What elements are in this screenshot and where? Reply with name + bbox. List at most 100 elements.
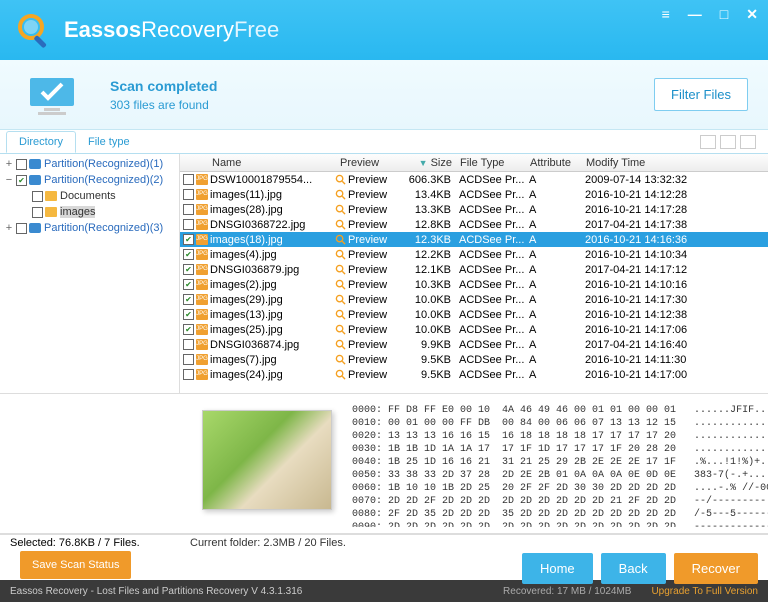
scan-complete-icon [20, 70, 90, 120]
file-icon: JPG [196, 174, 208, 185]
minimize-icon[interactable]: — [688, 6, 702, 23]
preview-link[interactable]: Preview [335, 204, 403, 216]
file-row[interactable]: ✔JPGimages(4).jpgPreview12.2KBACDSee Pr.… [180, 247, 768, 262]
preview-link[interactable]: Preview [335, 249, 403, 261]
recover-button[interactable]: Recover [674, 553, 758, 584]
file-row[interactable]: ✔JPGimages(2).jpgPreview10.3KBACDSee Pr.… [180, 277, 768, 292]
row-checkbox[interactable]: ✔ [183, 324, 194, 335]
preview-link[interactable]: Preview [335, 339, 403, 351]
file-row[interactable]: ✔JPGimages(13).jpgPreview10.0KBACDSee Pr… [180, 307, 768, 322]
expand-icon[interactable] [20, 190, 30, 202]
row-checkbox[interactable] [183, 174, 194, 185]
expand-icon[interactable] [20, 206, 30, 218]
file-row[interactable]: ✔JPGimages(29).jpgPreview10.0KBACDSee Pr… [180, 292, 768, 307]
file-name: images(25).jpg [210, 324, 335, 336]
file-icon: JPG [196, 234, 208, 245]
preview-link[interactable]: Preview [335, 279, 403, 291]
preview-link[interactable]: Preview [335, 189, 403, 201]
checkbox[interactable] [32, 207, 43, 218]
col-name[interactable]: Name [208, 157, 336, 169]
file-row[interactable]: JPGimages(11).jpgPreview13.4KBACDSee Pr.… [180, 187, 768, 202]
preview-link[interactable]: Preview [335, 309, 403, 321]
file-name: DSW10001879554... [210, 174, 335, 186]
save-scan-button[interactable]: Save Scan Status [20, 551, 131, 579]
file-attr: A [525, 264, 581, 276]
view-list-icon[interactable] [720, 135, 736, 149]
file-row[interactable]: JPGDNSGI0368722.jpgPreview12.8KBACDSee P… [180, 217, 768, 232]
preview-link[interactable]: Preview [335, 219, 403, 231]
tree-label: images [60, 206, 95, 218]
row-checkbox[interactable] [183, 189, 194, 200]
preview-link[interactable]: Preview [335, 369, 403, 381]
file-icon: JPG [196, 324, 208, 335]
file-row[interactable]: JPGimages(28).jpgPreview13.3KBACDSee Pr.… [180, 202, 768, 217]
file-type: ACDSee Pr... [455, 294, 525, 306]
upgrade-link[interactable]: Upgrade To Full Version [651, 586, 758, 597]
view-details-icon[interactable] [740, 135, 756, 149]
file-row[interactable]: JPGimages(24).jpgPreview9.5KBACDSee Pr..… [180, 367, 768, 382]
expand-icon[interactable]: − [4, 174, 14, 186]
close-icon[interactable]: ✕ [746, 6, 758, 23]
row-checkbox[interactable]: ✔ [183, 294, 194, 305]
expand-icon[interactable]: + [4, 222, 14, 234]
col-modify[interactable]: Modify Time [582, 157, 768, 169]
file-size: 10.0KB [403, 294, 455, 306]
tab-directory[interactable]: Directory [6, 131, 76, 153]
row-checkbox[interactable] [183, 369, 194, 380]
maximize-icon[interactable]: □ [720, 6, 728, 23]
file-type: ACDSee Pr... [455, 339, 525, 351]
row-checkbox[interactable]: ✔ [183, 264, 194, 275]
row-checkbox[interactable] [183, 219, 194, 230]
checkbox[interactable]: ✔ [16, 175, 27, 186]
file-row[interactable]: JPGimages(7).jpgPreview9.5KBACDSee Pr...… [180, 352, 768, 367]
file-row[interactable]: JPGDNSGI036874.jpgPreview9.9KBACDSee Pr.… [180, 337, 768, 352]
preview-link[interactable]: Preview [335, 174, 403, 186]
preview-link[interactable]: Preview [335, 264, 403, 276]
preview-link[interactable]: Preview [335, 234, 403, 246]
file-row[interactable]: ✔JPGimages(25).jpgPreview10.0KBACDSee Pr… [180, 322, 768, 337]
col-filetype[interactable]: File Type [456, 157, 526, 169]
row-checkbox[interactable]: ✔ [183, 279, 194, 290]
preview-area: 0000: FF D8 FF E0 00 10 4A 46 49 46 00 0… [0, 394, 768, 534]
col-preview[interactable]: Preview [336, 157, 404, 169]
checkbox[interactable] [16, 159, 27, 170]
expand-icon[interactable]: + [4, 158, 14, 170]
directory-tree: +Partition(Recognized)(1)−✔Partition(Rec… [0, 154, 180, 393]
tab-filetype[interactable]: File type [76, 132, 142, 152]
row-checkbox[interactable]: ✔ [183, 249, 194, 260]
checkbox[interactable] [16, 223, 27, 234]
file-modified: 2016-10-21 14:17:28 [581, 204, 768, 216]
filter-files-button[interactable]: Filter Files [654, 78, 748, 111]
file-attr: A [525, 234, 581, 246]
tree-node[interactable]: Documents [2, 188, 177, 204]
file-row[interactable]: JPGDSW10001879554...Preview606.3KBACDSee… [180, 172, 768, 187]
home-button[interactable]: Home [522, 553, 593, 584]
file-name: images(13).jpg [210, 309, 335, 321]
file-size: 12.8KB [403, 219, 455, 231]
tree-node[interactable]: −✔Partition(Recognized)(2) [2, 172, 177, 188]
preview-link[interactable]: Preview [335, 354, 403, 366]
row-checkbox[interactable]: ✔ [183, 309, 194, 320]
checkbox[interactable] [32, 191, 43, 202]
row-checkbox[interactable] [183, 204, 194, 215]
tree-node[interactable]: images [2, 204, 177, 220]
preview-link[interactable]: Preview [335, 294, 403, 306]
file-row[interactable]: ✔JPGDNSGI036879.jpgPreview12.1KBACDSee P… [180, 262, 768, 277]
tree-node[interactable]: +Partition(Recognized)(3) [2, 220, 177, 236]
preview-link[interactable]: Preview [335, 324, 403, 336]
back-button[interactable]: Back [601, 553, 666, 584]
file-modified: 2016-10-21 14:17:00 [581, 369, 768, 381]
file-attr: A [525, 369, 581, 381]
grid-header: Name Preview ▼Size File Type Attribute M… [180, 154, 768, 172]
file-modified: 2016-10-21 14:11:30 [581, 354, 768, 366]
tree-node[interactable]: +Partition(Recognized)(1) [2, 156, 177, 172]
col-attribute[interactable]: Attribute [526, 157, 582, 169]
view-thumbnails-icon[interactable] [700, 135, 716, 149]
row-checkbox[interactable] [183, 354, 194, 365]
row-checkbox[interactable] [183, 339, 194, 350]
settings-icon[interactable]: ≡ [662, 6, 670, 23]
file-name: DNSGI0368722.jpg [210, 219, 335, 231]
col-size[interactable]: ▼Size [404, 157, 456, 169]
row-checkbox[interactable]: ✔ [183, 234, 194, 245]
file-row[interactable]: ✔JPGimages(18).jpgPreview12.3KBACDSee Pr… [180, 232, 768, 247]
